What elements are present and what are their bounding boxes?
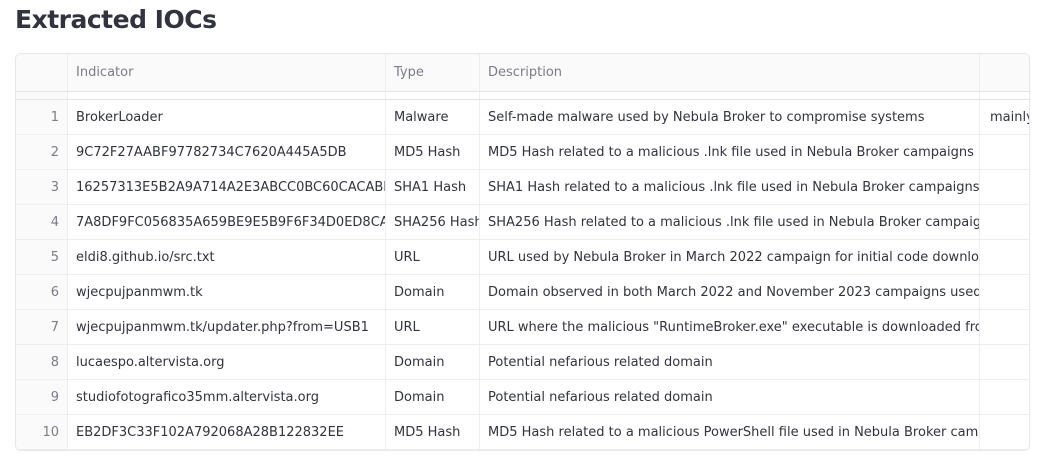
description-cell[interactable]: URL where the malicious "RuntimeBroker.e…: [480, 310, 980, 345]
row-index: 5: [16, 240, 68, 275]
table-row[interactable]: 10 EB2DF3C33F102A792068A28B122832EE MD5 …: [16, 415, 1029, 450]
description-cell[interactable]: Domain observed in both March 2022 and N…: [480, 275, 980, 310]
extra-cell[interactable]: [980, 170, 1029, 205]
spacer-cell: [480, 92, 980, 100]
type-cell[interactable]: SHA1 Hash: [386, 170, 480, 205]
description-cell[interactable]: Self-made malware used by Nebula Broker …: [480, 100, 980, 135]
spacer-cell: [16, 92, 68, 100]
table-row[interactable]: 2 9C72F27AABF97782734C7620A445A5DB MD5 H…: [16, 135, 1029, 170]
row-index: 9: [16, 380, 68, 415]
description-cell[interactable]: MD5 Hash related to a malicious .lnk fil…: [480, 135, 980, 170]
page: Extracted IOCs Indicator Type Descriptio…: [0, 0, 1048, 469]
description-cell[interactable]: SHA1 Hash related to a malicious .lnk fi…: [480, 170, 980, 205]
row-index: 7: [16, 310, 68, 345]
indicator-cell[interactable]: wjecpujpanmwm.tk: [68, 275, 386, 310]
table-row[interactable]: 9 studiofotografico35mm.altervista.org D…: [16, 380, 1029, 415]
row-index: 1: [16, 100, 68, 135]
table-row[interactable]: 1 BrokerLoader Malware Self-made malware…: [16, 100, 1029, 135]
ioc-table[interactable]: Indicator Type Description 1 BrokerLoade…: [15, 53, 1030, 451]
type-cell[interactable]: URL: [386, 240, 480, 275]
page-title: Extracted IOCs: [15, 5, 217, 34]
description-cell[interactable]: SHA256 Hash related to a malicious .lnk …: [480, 205, 980, 240]
type-cell[interactable]: Domain: [386, 345, 480, 380]
header-type[interactable]: Type: [386, 54, 480, 92]
table-row[interactable]: 6 wjecpujpanmwm.tk Domain Domain observe…: [16, 275, 1029, 310]
description-cell[interactable]: Potential nefarious related domain: [480, 380, 980, 415]
row-index: 6: [16, 275, 68, 310]
row-index: 2: [16, 135, 68, 170]
type-cell[interactable]: MD5 Hash: [386, 135, 480, 170]
row-index: 10: [16, 415, 68, 450]
indicator-cell[interactable]: 9C72F27AABF97782734C7620A445A5DB: [68, 135, 386, 170]
extra-cell[interactable]: [980, 240, 1029, 275]
table-row[interactable]: 7 wjecpujpanmwm.tk/updater.php?from=USB1…: [16, 310, 1029, 345]
type-cell[interactable]: SHA256 Hash: [386, 205, 480, 240]
description-cell[interactable]: Potential nefarious related domain: [480, 345, 980, 380]
indicator-cell[interactable]: EB2DF3C33F102A792068A28B122832EE: [68, 415, 386, 450]
header-indicator[interactable]: Indicator: [68, 54, 386, 92]
indicator-cell[interactable]: lucaespo.altervista.org: [68, 345, 386, 380]
header-extra[interactable]: [980, 54, 1029, 92]
description-cell[interactable]: URL used by Nebula Broker in March 2022 …: [480, 240, 980, 275]
header-index: [16, 54, 68, 92]
table-header: Indicator Type Description: [16, 54, 1029, 92]
table-row[interactable]: 4 7A8DF9FC056835A659BE9E5B9F6F34D0ED8CA5…: [16, 205, 1029, 240]
type-cell[interactable]: URL: [386, 310, 480, 345]
row-index: 8: [16, 345, 68, 380]
extra-cell[interactable]: [980, 310, 1029, 345]
extra-cell[interactable]: [980, 205, 1029, 240]
extra-cell[interactable]: [980, 275, 1029, 310]
table-row[interactable]: 5 eldi8.github.io/src.txt URL URL used b…: [16, 240, 1029, 275]
table-row[interactable]: 8 lucaespo.altervista.org Domain Potenti…: [16, 345, 1029, 380]
type-cell[interactable]: Domain: [386, 275, 480, 310]
indicator-cell[interactable]: 7A8DF9FC056835A659BE9E5B9F6F34D0ED8CA548…: [68, 205, 386, 240]
type-cell[interactable]: MD5 Hash: [386, 415, 480, 450]
row-index: 4: [16, 205, 68, 240]
spacer-cell: [386, 92, 480, 100]
type-cell[interactable]: Domain: [386, 380, 480, 415]
row-index: 3: [16, 170, 68, 205]
extra-cell[interactable]: [980, 415, 1029, 450]
header-description[interactable]: Description: [480, 54, 980, 92]
indicator-cell[interactable]: eldi8.github.io/src.txt: [68, 240, 386, 275]
indicator-cell[interactable]: BrokerLoader: [68, 100, 386, 135]
spacer-cell: [68, 92, 386, 100]
table-spacer-row: [16, 92, 1029, 100]
description-cell[interactable]: MD5 Hash related to a malicious PowerShe…: [480, 415, 980, 450]
extra-cell[interactable]: [980, 345, 1029, 380]
spacer-cell: [980, 92, 1029, 100]
indicator-cell[interactable]: wjecpujpanmwm.tk/updater.php?from=USB1: [68, 310, 386, 345]
extra-cell[interactable]: mainly: [980, 100, 1029, 135]
indicator-cell[interactable]: 16257313E5B2A9A714A2E3ABCC0BC60CACABEB29…: [68, 170, 386, 205]
indicator-cell[interactable]: studiofotografico35mm.altervista.org: [68, 380, 386, 415]
extra-cell[interactable]: [980, 135, 1029, 170]
type-cell[interactable]: Malware: [386, 100, 480, 135]
extra-cell[interactable]: [980, 380, 1029, 415]
table-row[interactable]: 3 16257313E5B2A9A714A2E3ABCC0BC60CACABEB…: [16, 170, 1029, 205]
